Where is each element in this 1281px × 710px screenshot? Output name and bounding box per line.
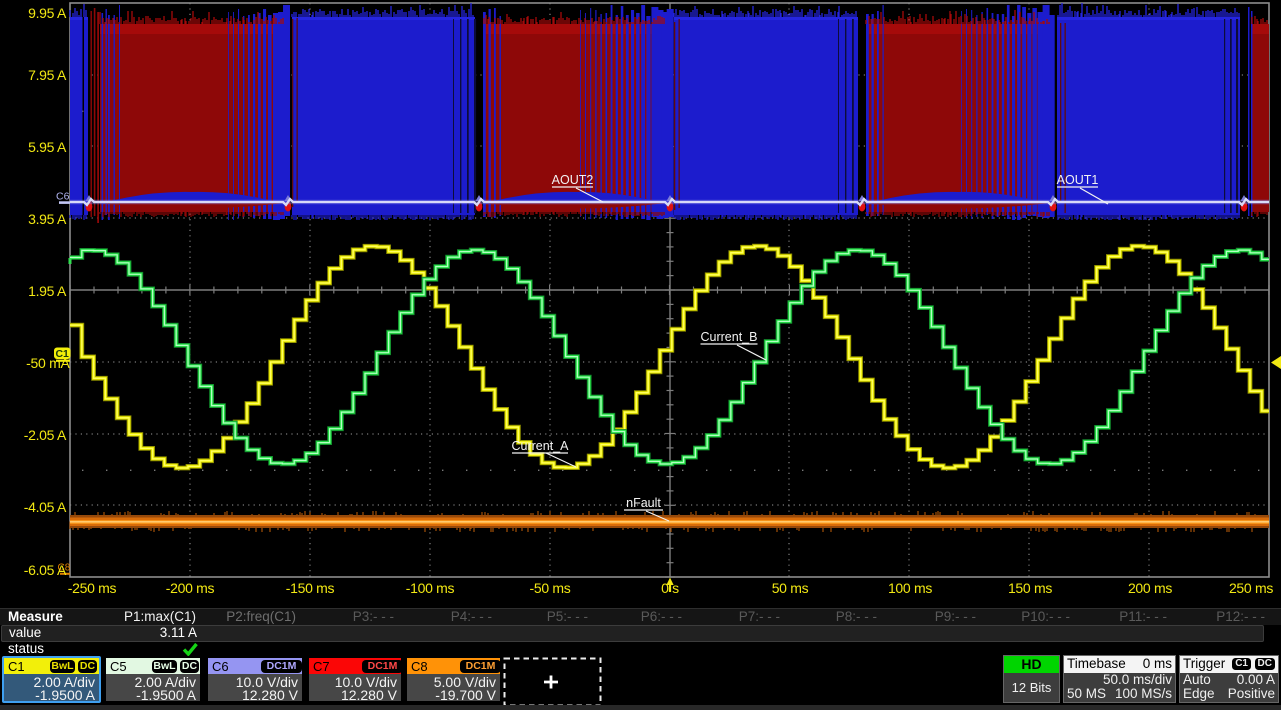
svg-text:100 ms: 100 ms (888, 580, 932, 596)
svg-text:50 ms: 50 ms (772, 580, 809, 596)
svg-text:AOUT2: AOUT2 (552, 173, 594, 187)
svg-text:-100 ms: -100 ms (406, 580, 455, 596)
svg-text:-200 ms: -200 ms (166, 580, 215, 596)
svg-text:-6.05 A: -6.05 A (24, 562, 67, 578)
svg-text:-2.05 A: -2.05 A (24, 427, 67, 443)
svg-text:200 ms: 200 ms (1128, 580, 1172, 596)
svg-text:250 ms: 250 ms (1229, 580, 1273, 596)
svg-text:nFault: nFault (626, 496, 661, 510)
svg-text:-250 ms: -250 ms (68, 580, 117, 596)
svg-text:0 s: 0 s (661, 580, 679, 596)
svg-text:3.95 A: 3.95 A (28, 211, 67, 227)
svg-text:1.95 A: 1.95 A (28, 283, 67, 299)
svg-text:AOUT1: AOUT1 (1057, 173, 1099, 187)
svg-text:-150 ms: -150 ms (286, 580, 335, 596)
svg-text:-4.05 A: -4.05 A (24, 499, 67, 515)
svg-text:9.95 A: 9.95 A (28, 5, 67, 21)
svg-text:5.95 A: 5.95 A (28, 139, 67, 155)
svg-text:Current_B: Current_B (701, 330, 758, 344)
svg-text:7.95 A: 7.95 A (28, 67, 67, 83)
svg-text:-50 ms: -50 ms (530, 580, 571, 596)
svg-text:150 ms: 150 ms (1008, 580, 1052, 596)
svg-text:Current_A: Current_A (512, 439, 570, 453)
svg-text:-50 mA: -50 mA (26, 355, 70, 371)
svg-text:C6: C6 (56, 191, 70, 203)
